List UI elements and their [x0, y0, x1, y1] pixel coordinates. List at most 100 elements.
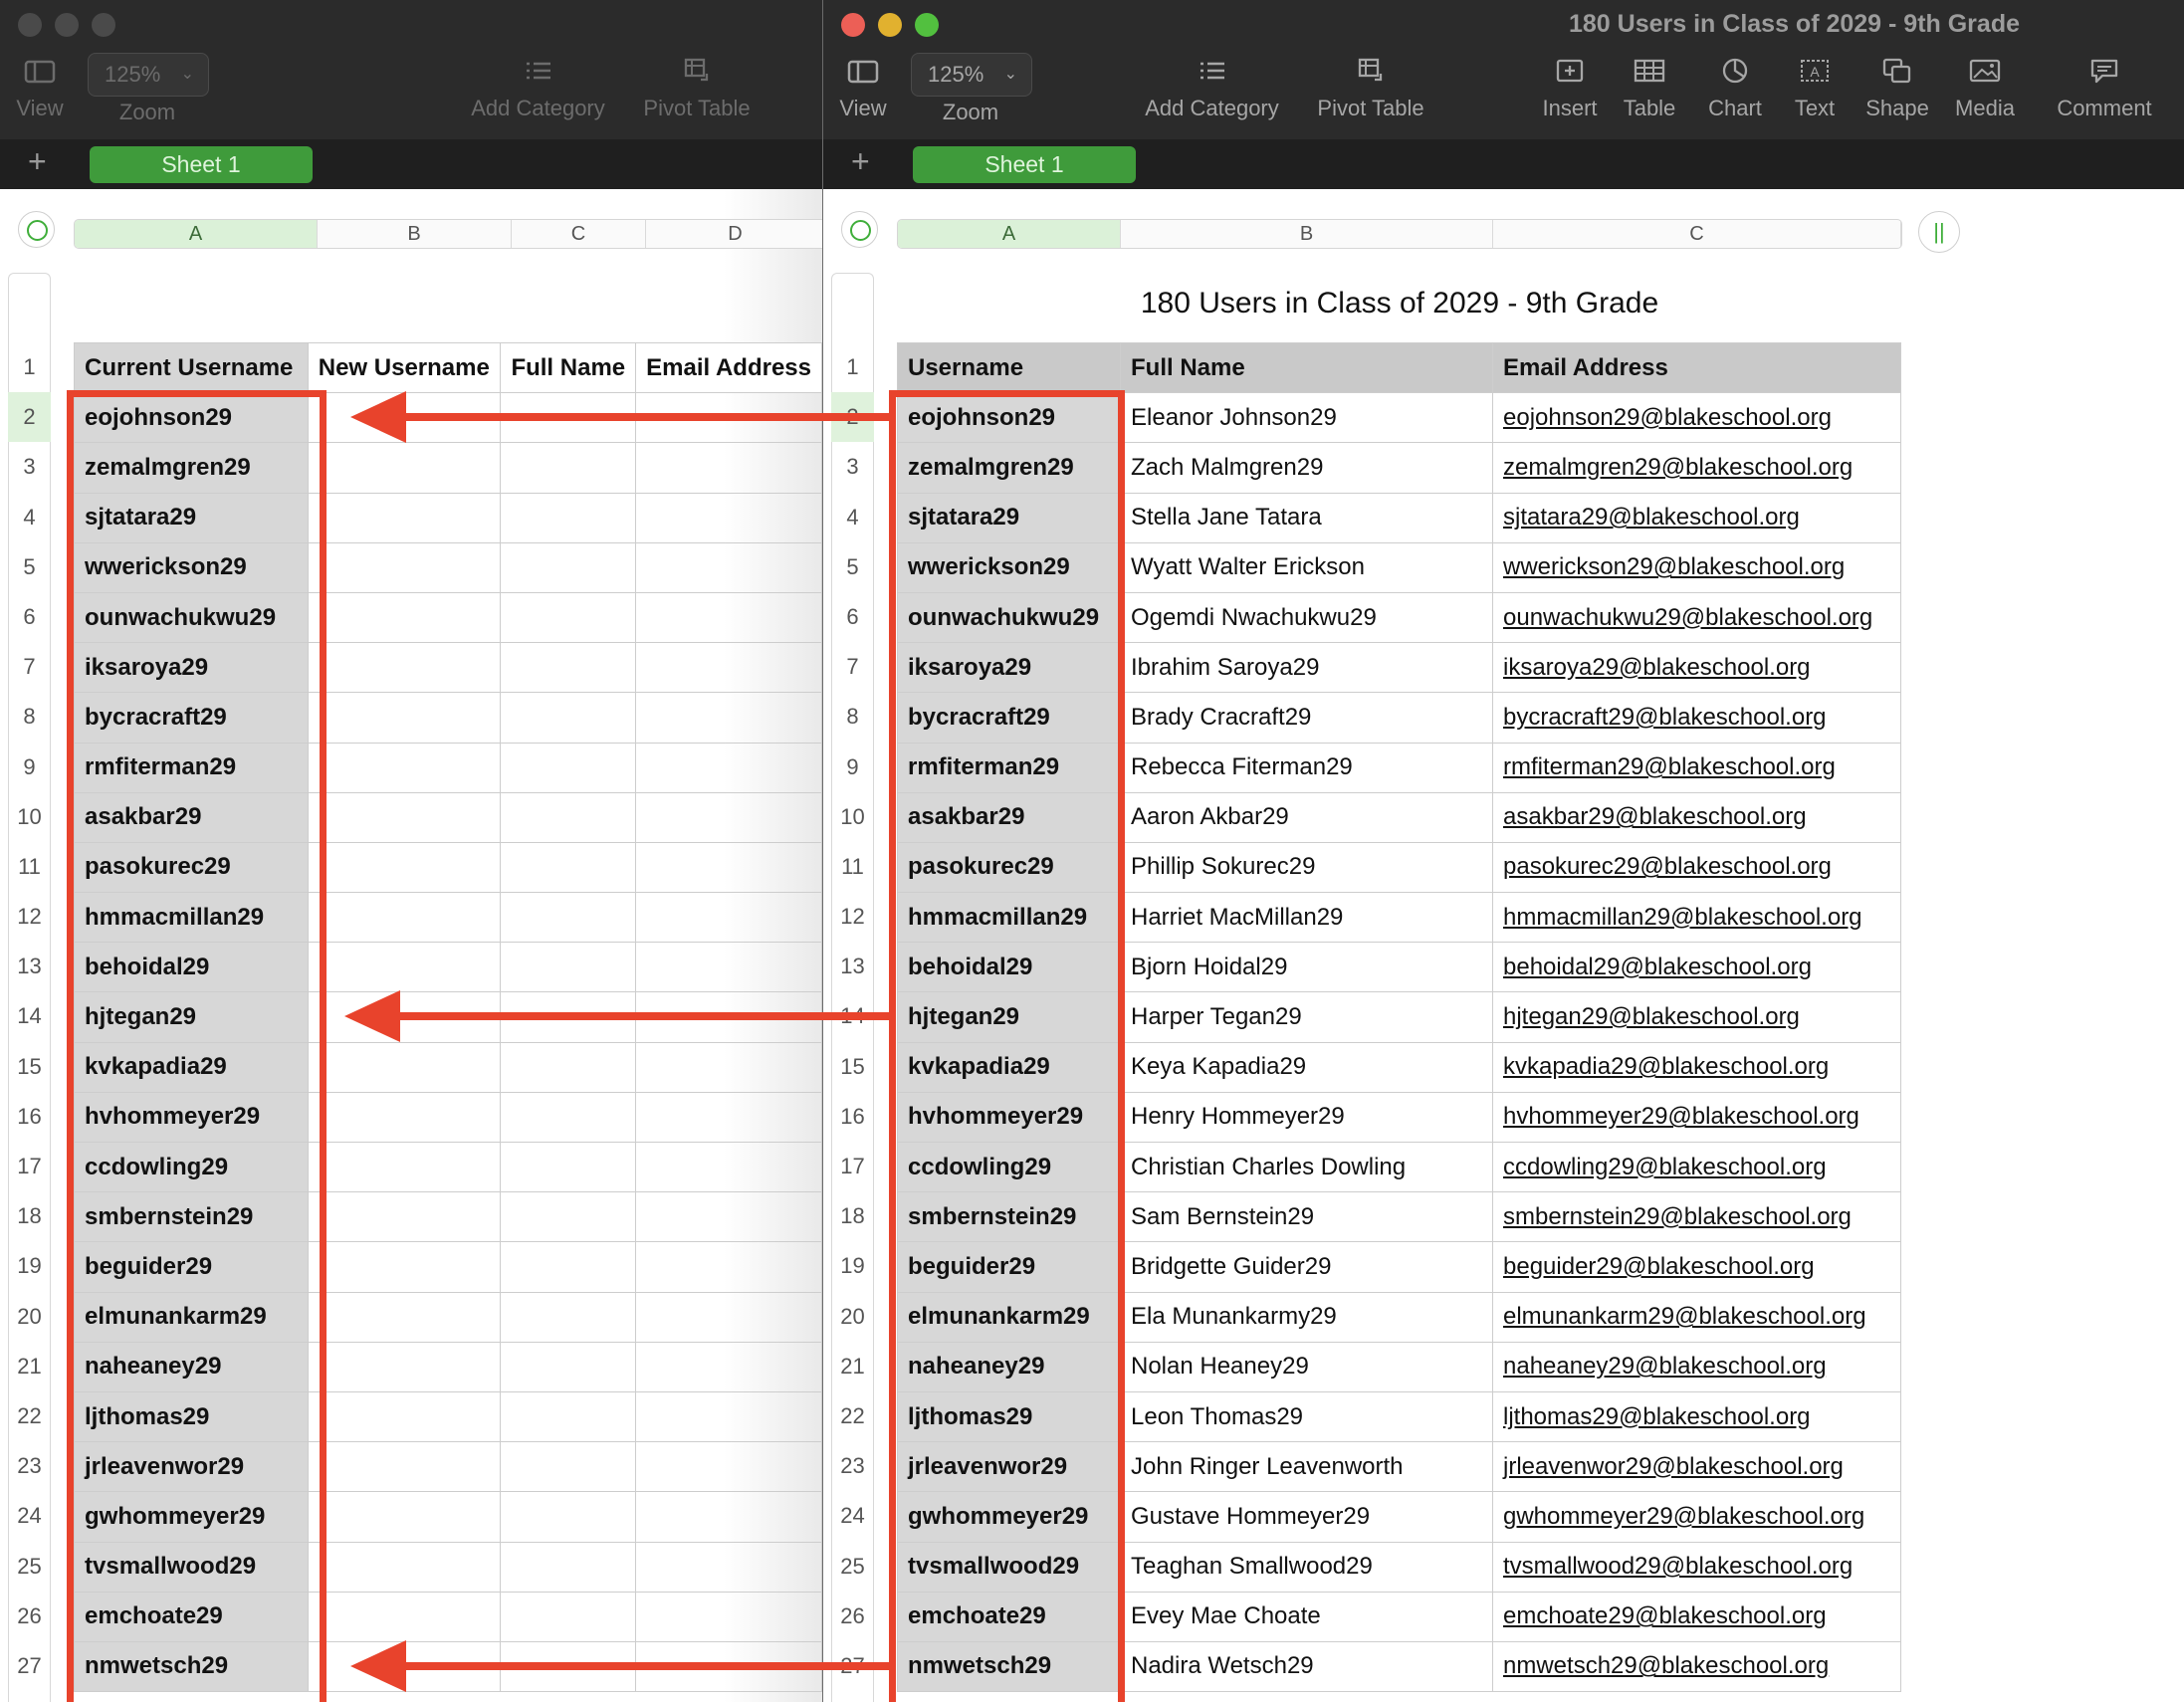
full-name-cell[interactable]: Gustave Hommeyer29	[1120, 1491, 1493, 1543]
row-number[interactable]: 27	[8, 1641, 51, 1691]
row-number[interactable]: 18	[8, 1191, 51, 1241]
text-button[interactable]: A Text	[1785, 56, 1845, 121]
row-number[interactable]: 10	[8, 792, 51, 842]
full-name-cell[interactable]	[500, 1441, 637, 1493]
full-name-cell[interactable]: Ogemdi Nwachukwu29	[1120, 591, 1493, 644]
row-number[interactable]: 22	[831, 1391, 874, 1441]
email-link[interactable]: wwerickson29@blakeschool.org	[1492, 541, 1901, 593]
full-name-cell[interactable]: Aaron Akbar29	[1120, 791, 1493, 843]
row-number[interactable]: 17	[831, 1142, 874, 1191]
column-header-cell[interactable]: Email Address	[635, 341, 822, 394]
new-username-cell[interactable]	[307, 442, 502, 494]
new-username-cell[interactable]	[307, 1640, 502, 1693]
full-name-cell[interactable]: Sam Bernstein29	[1120, 1191, 1493, 1243]
email-cell[interactable]	[635, 1241, 822, 1293]
full-name-cell[interactable]: Nolan Heaney29	[1120, 1341, 1493, 1392]
row-number[interactable]: 5	[8, 542, 51, 592]
new-username-cell[interactable]	[307, 392, 502, 444]
email-cell[interactable]	[635, 442, 822, 494]
new-username-cell[interactable]	[307, 591, 502, 644]
full-name-cell[interactable]: Stella Jane Tatara	[1120, 492, 1493, 543]
email-cell[interactable]	[635, 892, 822, 944]
column-letter[interactable]: D	[646, 220, 822, 248]
row-number[interactable]: 10	[831, 792, 874, 842]
column-header-cell[interactable]: Email Address	[1492, 341, 1901, 394]
row-number[interactable]: 2	[831, 392, 874, 443]
media-button[interactable]: Media	[1950, 56, 2020, 121]
tab-sheet-1[interactable]: Sheet 1	[913, 146, 1136, 183]
new-username-cell[interactable]	[307, 1491, 502, 1543]
full-name-cell[interactable]: Phillip Sokurec29	[1120, 841, 1493, 894]
email-link[interactable]: hmmacmillan29@blakeschool.org	[1492, 892, 1901, 944]
full-name-cell[interactable]: Wyatt Walter Erickson	[1120, 541, 1493, 593]
email-link[interactable]: pasokurec29@blakeschool.org	[1492, 841, 1901, 894]
email-cell[interactable]	[635, 991, 822, 1043]
row-number[interactable]: 3	[831, 442, 874, 492]
full-name-cell[interactable]: Rebecca Fiterman29	[1120, 742, 1493, 793]
column-header-cell[interactable]: Full Name	[500, 341, 637, 394]
row-number[interactable]: 7	[831, 642, 874, 692]
new-username-cell[interactable]	[307, 742, 502, 793]
email-link[interactable]: beguider29@blakeschool.org	[1492, 1241, 1901, 1293]
new-username-cell[interactable]	[307, 991, 502, 1043]
full-name-cell[interactable]	[500, 442, 637, 494]
email-link[interactable]: gwhommeyer29@blakeschool.org	[1492, 1491, 1901, 1543]
full-name-cell[interactable]	[500, 692, 637, 744]
view-button[interactable]: View	[833, 56, 893, 121]
full-name-cell[interactable]	[500, 492, 637, 543]
email-cell[interactable]	[635, 1491, 822, 1543]
row-number[interactable]: 9	[8, 743, 51, 792]
email-cell[interactable]	[635, 1041, 822, 1093]
row-number[interactable]: 1	[8, 342, 51, 392]
full-name-cell[interactable]: Ela Munankarmy29	[1120, 1291, 1493, 1343]
full-name-cell[interactable]	[500, 892, 637, 944]
new-username-cell[interactable]	[307, 1390, 502, 1443]
new-username-cell[interactable]	[307, 541, 502, 593]
row-number[interactable]: 6	[8, 592, 51, 642]
new-username-cell[interactable]	[307, 1241, 502, 1293]
email-link[interactable]: asakbar29@blakeschool.org	[1492, 791, 1901, 843]
email-cell[interactable]	[635, 791, 822, 843]
new-username-cell[interactable]	[307, 791, 502, 843]
full-name-cell[interactable]	[500, 642, 637, 694]
new-username-cell[interactable]	[307, 1191, 502, 1243]
email-cell[interactable]	[635, 841, 822, 894]
new-username-cell[interactable]	[307, 1041, 502, 1093]
new-username-cell[interactable]	[307, 492, 502, 543]
pause-handle-button[interactable]: ||	[1918, 211, 1960, 253]
full-name-cell[interactable]: Bridgette Guider29	[1120, 1241, 1493, 1293]
email-cell[interactable]	[635, 591, 822, 644]
new-username-cell[interactable]	[307, 1091, 502, 1144]
row-number[interactable]: 12	[8, 892, 51, 942]
full-name-cell[interactable]	[500, 1191, 637, 1243]
column-letter[interactable]: A	[75, 220, 318, 248]
row-number[interactable]: 27	[831, 1641, 874, 1691]
row-number[interactable]: 8	[831, 692, 874, 742]
email-link[interactable]: emchoate29@blakeschool.org	[1492, 1591, 1901, 1642]
row-number[interactable]: 26	[8, 1592, 51, 1641]
full-name-cell[interactable]: Eleanor Johnson29	[1120, 392, 1493, 444]
minimize-button[interactable]	[878, 13, 902, 37]
email-link[interactable]: ljthomas29@blakeschool.org	[1492, 1390, 1901, 1443]
email-link[interactable]: sjtatara29@blakeschool.org	[1492, 492, 1901, 543]
full-name-cell[interactable]: Ibrahim Saroya29	[1120, 642, 1493, 694]
row-number[interactable]: 20	[831, 1292, 874, 1342]
new-username-cell[interactable]	[307, 1291, 502, 1343]
row-number[interactable]: 25	[831, 1542, 874, 1592]
email-link[interactable]: behoidal29@blakeschool.org	[1492, 942, 1901, 993]
email-cell[interactable]	[635, 642, 822, 694]
new-username-cell[interactable]	[307, 692, 502, 744]
new-username-cell[interactable]	[307, 642, 502, 694]
row-number[interactable]: 5	[831, 542, 874, 592]
minimize-button[interactable]	[55, 13, 79, 37]
full-name-cell[interactable]: Evey Mae Choate	[1120, 1591, 1493, 1642]
email-cell[interactable]	[635, 1640, 822, 1693]
email-cell[interactable]	[635, 492, 822, 543]
full-name-cell[interactable]	[500, 991, 637, 1043]
row-number[interactable]: 2	[8, 392, 51, 443]
column-letter[interactable]: A	[898, 220, 1121, 248]
email-cell[interactable]	[635, 1191, 822, 1243]
row-number[interactable]: 23	[8, 1441, 51, 1491]
row-number[interactable]: 11	[8, 842, 51, 892]
row-number[interactable]: 24	[8, 1491, 51, 1541]
